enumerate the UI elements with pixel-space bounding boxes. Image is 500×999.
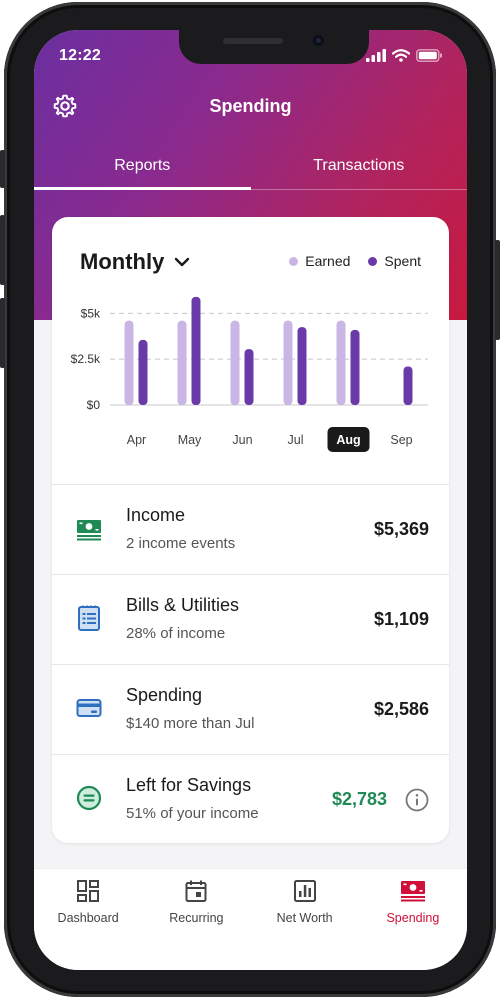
status-icons <box>366 49 443 62</box>
signal-icon <box>366 49 386 62</box>
period-selector[interactable]: Monthly <box>80 249 190 275</box>
summary-title: Income <box>126 505 186 525</box>
summary-amount: $1,109 <box>373 609 429 629</box>
spent-bar <box>403 366 413 405</box>
earned-swatch <box>289 256 299 266</box>
bill-icon <box>78 605 100 631</box>
x-tick-label: Apr <box>127 433 146 447</box>
summary-subtitle: $140 more than Jul <box>126 715 255 732</box>
summary-amount: $2,783 <box>331 789 387 809</box>
bottom-navigation: Dashboard Recurring Net Worth Spending <box>34 868 467 970</box>
summary-subtitle: 51% of your income <box>126 805 259 822</box>
summary-list: Income 2 income events $5,369 Bills & Ut… <box>52 484 449 843</box>
y-tick-label: $0 <box>87 398 101 412</box>
nav-recurring[interactable]: Recurring <box>142 869 250 970</box>
front-camera <box>313 35 324 46</box>
summary-title: Bills & Utilities <box>126 595 240 615</box>
info-icon[interactable] <box>405 788 429 812</box>
x-tick-label: Jun <box>232 433 252 447</box>
nav-label: Spending <box>386 911 440 925</box>
power-button <box>495 240 500 340</box>
summary-amount: $5,369 <box>373 519 429 539</box>
money-icon <box>400 881 425 902</box>
legend-spent-label: Spent <box>384 253 421 269</box>
x-tick-label: May <box>178 433 202 447</box>
earned-bar <box>336 320 346 405</box>
device-notch <box>179 30 369 64</box>
tab-transactions[interactable]: Transactions <box>251 148 468 189</box>
y-tick-label: $2.5k <box>71 352 101 366</box>
nav-label: Dashboard <box>57 911 119 925</box>
spent-swatch <box>368 256 378 266</box>
speaker-grille <box>223 38 283 44</box>
tab-bar: Reports Transactions <box>34 148 467 190</box>
x-tick-label: Jul <box>288 433 304 447</box>
status-time: 12:22 <box>59 47 101 64</box>
period-label: Monthly <box>80 249 165 274</box>
nav-label: Recurring <box>169 911 224 925</box>
tab-reports[interactable]: Reports <box>34 148 251 190</box>
earned-bar <box>283 320 293 405</box>
money-icon <box>77 520 101 541</box>
report-card: Monthly Earned Spent $0 $2.5k $5k Apr May Jun… <box>52 217 449 843</box>
legend-earned-label: Earned <box>305 253 351 269</box>
page-title: Spending <box>209 96 292 116</box>
savings-icon <box>76 785 102 811</box>
bar-chart-icon <box>293 880 316 902</box>
spent-bar <box>350 329 360 405</box>
chevron-down-icon <box>175 257 190 267</box>
dashboard-icon <box>77 880 100 902</box>
earned-bar <box>124 320 134 405</box>
summary-row-spending[interactable]: Spending $140 more than Jul $2,586 <box>52 664 449 754</box>
x-tick-label: Sep <box>390 433 412 447</box>
summary-row-bills[interactable]: Bills & Utilities 28% of income $1,109 <box>52 574 449 664</box>
card-icon <box>76 699 102 717</box>
summary-subtitle: 2 income events <box>126 535 236 552</box>
summary-row-income[interactable]: Income 2 income events $5,369 <box>52 484 449 574</box>
nav-net-worth[interactable]: Net Worth <box>251 869 359 970</box>
app-screen: 12:22 Spending Reports Transactions Mont… <box>34 30 467 970</box>
y-tick-label: $5k <box>81 306 101 320</box>
wifi-icon <box>392 49 410 62</box>
summary-row-savings[interactable]: Left for Savings 51% of your income $2,7… <box>52 754 449 843</box>
summary-amount: $2,586 <box>373 699 429 719</box>
earned-bar <box>230 320 240 405</box>
earned-bar <box>177 320 187 405</box>
legend-earned: Earned <box>289 253 350 269</box>
spent-bar <box>138 339 148 405</box>
volume-up-button <box>0 215 5 285</box>
mute-switch <box>0 150 5 188</box>
chart-legend: Earned Spent <box>289 253 421 269</box>
spent-bar <box>191 296 201 405</box>
spending-bar-chart: $0 $2.5k $5k Apr May Jun Jul Aug Sep <box>71 296 428 452</box>
legend-spent: Spent <box>368 253 421 269</box>
nav-dashboard[interactable]: Dashboard <box>34 869 142 970</box>
spent-bar <box>244 349 254 405</box>
summary-subtitle: 28% of income <box>126 625 226 642</box>
battery-icon <box>416 49 442 62</box>
calendar-icon <box>185 880 207 902</box>
summary-title: Left for Savings <box>126 775 252 795</box>
x-tick-label: Aug <box>336 433 360 447</box>
summary-title: Spending <box>126 685 203 705</box>
nav-spending[interactable]: Spending <box>359 869 467 970</box>
nav-label: Net Worth <box>276 911 333 925</box>
spent-bar <box>297 327 307 405</box>
volume-down-button <box>0 298 5 368</box>
